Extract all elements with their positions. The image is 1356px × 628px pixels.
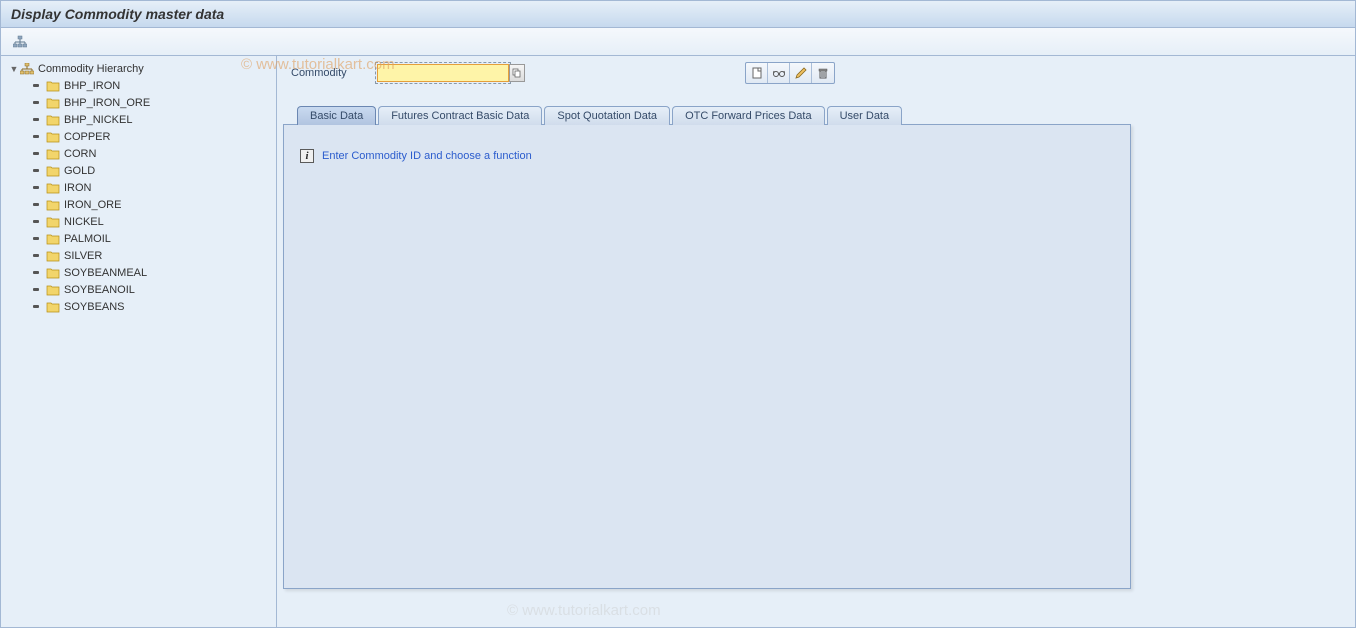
info-icon: i xyxy=(300,149,314,163)
tree-item-label: BHP_IRON xyxy=(64,80,120,92)
tree-item-label: NICKEL xyxy=(64,216,104,228)
structure-icon[interactable] xyxy=(11,33,29,51)
bullet-icon xyxy=(33,135,39,138)
trash-icon xyxy=(816,66,830,80)
bullet-icon xyxy=(33,288,39,291)
tree-root-label: Commodity Hierarchy xyxy=(38,63,144,75)
folder-icon xyxy=(45,250,61,262)
tree-item[interactable]: BHP_NICKEL xyxy=(1,111,276,128)
search-help-icon xyxy=(512,68,522,78)
folder-icon xyxy=(45,199,61,211)
tree-item-label: BHP_NICKEL xyxy=(64,114,132,126)
folder-icon xyxy=(45,233,61,245)
tree-item[interactable]: BHP_IRON xyxy=(1,77,276,94)
commodity-label: Commodity xyxy=(291,67,377,79)
tree-item-label: CORN xyxy=(64,148,96,160)
bullet-icon xyxy=(33,203,39,206)
action-button-group xyxy=(745,62,835,84)
tree-item[interactable]: CORN xyxy=(1,145,276,162)
tree-item-label: SOYBEANS xyxy=(64,301,125,313)
bullet-icon xyxy=(33,254,39,257)
tree-item-label: IRON xyxy=(64,182,92,194)
glasses-icon xyxy=(772,66,786,80)
bullet-icon xyxy=(33,220,39,223)
watermark-main: © www.tutorialkart.com xyxy=(507,602,661,619)
tree-item[interactable]: NICKEL xyxy=(1,213,276,230)
content-area: Commodity xyxy=(277,56,1355,627)
folder-icon xyxy=(45,284,61,296)
tree-item[interactable]: SOYBEANS xyxy=(1,298,276,315)
change-button[interactable] xyxy=(790,63,812,83)
folder-icon xyxy=(45,301,61,313)
tree-item[interactable]: PALMOIL xyxy=(1,230,276,247)
pencil-icon xyxy=(794,66,808,80)
tree-item[interactable]: GOLD xyxy=(1,162,276,179)
tree-item-label: SOYBEANMEAL xyxy=(64,267,147,279)
collapse-icon[interactable]: ▼ xyxy=(9,64,19,74)
tree-item-label: IRON_ORE xyxy=(64,199,121,211)
folder-icon xyxy=(45,165,61,177)
tree-item[interactable]: COPPER xyxy=(1,128,276,145)
commodity-input[interactable] xyxy=(377,64,509,82)
bullet-icon xyxy=(33,152,39,155)
document-icon xyxy=(750,66,764,80)
tree-root[interactable]: ▼ Commodity Hierarchy xyxy=(1,60,276,77)
tab[interactable]: Futures Contract Basic Data xyxy=(378,106,542,125)
bullet-icon xyxy=(33,169,39,172)
folder-icon xyxy=(45,148,61,160)
bullet-icon xyxy=(33,101,39,104)
tree-item[interactable]: IRON_ORE xyxy=(1,196,276,213)
folder-icon xyxy=(45,182,61,194)
title-bar: Display Commodity master data xyxy=(1,1,1355,28)
tree-item[interactable]: SILVER xyxy=(1,247,276,264)
folder-icon xyxy=(45,131,61,143)
folder-icon xyxy=(45,267,61,279)
tab-strip: Basic DataFutures Contract Basic DataSpo… xyxy=(283,102,1349,124)
folder-icon xyxy=(45,97,61,109)
tree-item-label: GOLD xyxy=(64,165,95,177)
info-text: Enter Commodity ID and choose a function xyxy=(322,150,532,162)
tree-item-label: COPPER xyxy=(64,131,110,143)
bullet-icon xyxy=(33,186,39,189)
create-button[interactable] xyxy=(746,63,768,83)
application-toolbar: © www.tutorialkart.com xyxy=(1,28,1355,56)
tab[interactable]: Basic Data xyxy=(297,106,376,125)
folder-icon xyxy=(45,216,61,228)
tree-item[interactable]: SOYBEANOIL xyxy=(1,281,276,298)
page-title: Display Commodity master data xyxy=(11,6,224,22)
display-button[interactable] xyxy=(768,63,790,83)
folder-icon xyxy=(45,80,61,92)
tab[interactable]: OTC Forward Prices Data xyxy=(672,106,825,125)
bullet-icon xyxy=(33,118,39,121)
bullet-icon xyxy=(33,84,39,87)
tree-item[interactable]: IRON xyxy=(1,179,276,196)
bullet-icon xyxy=(33,271,39,274)
bullet-icon xyxy=(33,237,39,240)
tree-item[interactable]: BHP_IRON_ORE xyxy=(1,94,276,111)
tree-item-label: BHP_IRON_ORE xyxy=(64,97,150,109)
hierarchy-tree: ▼ Commodity Hierarchy BHP_IRON BHP_IRON_O… xyxy=(1,56,277,627)
tree-item-label: SOYBEANOIL xyxy=(64,284,135,296)
tab[interactable]: User Data xyxy=(827,106,903,125)
search-help-button[interactable] xyxy=(509,64,525,82)
tree-item-label: PALMOIL xyxy=(64,233,111,245)
tab[interactable]: Spot Quotation Data xyxy=(544,106,670,125)
tree-item[interactable]: SOYBEANMEAL xyxy=(1,264,276,281)
hierarchy-icon xyxy=(19,63,35,75)
folder-icon xyxy=(45,114,61,126)
info-message: i Enter Commodity ID and choose a functi… xyxy=(300,149,1114,163)
bullet-icon xyxy=(33,305,39,308)
delete-button[interactable] xyxy=(812,63,834,83)
tab-panel: i Enter Commodity ID and choose a functi… xyxy=(283,124,1131,589)
tree-item-label: SILVER xyxy=(64,250,102,262)
